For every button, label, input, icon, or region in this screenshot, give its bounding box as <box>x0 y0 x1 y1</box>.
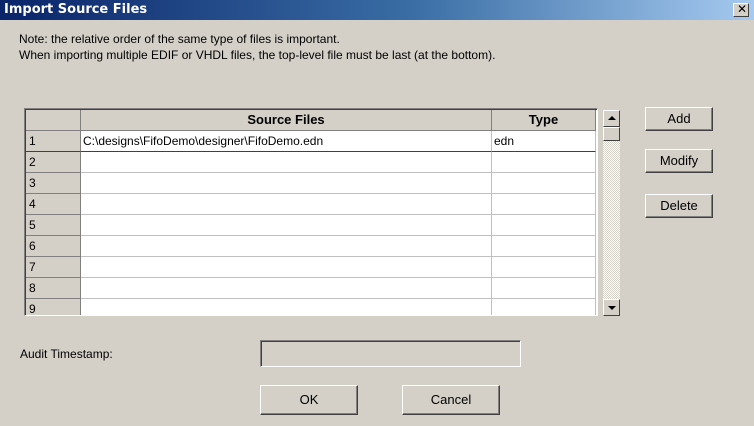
close-button[interactable]: ✕ <box>733 2 749 17</box>
type-cell[interactable] <box>492 215 596 236</box>
row-number[interactable]: 3 <box>26 173 81 194</box>
source-file-cell[interactable] <box>81 173 492 194</box>
type-cell[interactable] <box>492 152 596 173</box>
source-file-cell[interactable]: C:\designs\FifoDemo\designer\FifoDemo.ed… <box>81 131 492 152</box>
source-file-cell[interactable] <box>81 194 492 215</box>
delete-button[interactable]: Delete <box>645 194 713 218</box>
source-file-cell[interactable] <box>81 236 492 257</box>
source-file-cell[interactable] <box>81 278 492 299</box>
table-row[interactable]: 8 <box>26 278 596 299</box>
row-number[interactable]: 4 <box>26 194 81 215</box>
source-file-cell[interactable] <box>81 152 492 173</box>
table-vertical-scrollbar[interactable] <box>603 110 620 316</box>
table-row[interactable]: 3 <box>26 173 596 194</box>
audit-timestamp-label: Audit Timestamp: <box>20 347 113 361</box>
table-row[interactable]: 6 <box>26 236 596 257</box>
close-icon: ✕ <box>737 2 748 16</box>
source-file-cell[interactable] <box>81 257 492 278</box>
source-file-cell[interactable] <box>81 299 492 315</box>
table-row[interactable]: 1 C:\designs\FifoDemo\designer\FifoDemo.… <box>26 131 596 152</box>
title-bar[interactable]: Import Source Files ✕ <box>0 0 754 20</box>
note-text: Note: the relative order of the same typ… <box>19 31 495 63</box>
scroll-thumb[interactable] <box>603 127 620 141</box>
table-row[interactable]: 4 <box>26 194 596 215</box>
column-header-type[interactable]: Type <box>492 110 596 131</box>
type-cell[interactable] <box>492 236 596 257</box>
row-number[interactable]: 6 <box>26 236 81 257</box>
modify-button[interactable]: Modify <box>645 149 713 173</box>
cancel-button[interactable]: Cancel <box>402 385 500 415</box>
table-corner-header <box>26 110 81 131</box>
scroll-up-button[interactable] <box>603 110 620 127</box>
scroll-track[interactable] <box>603 127 620 299</box>
window-title: Import Source Files <box>4 2 148 17</box>
scroll-down-button[interactable] <box>603 299 620 316</box>
table-row[interactable]: 2 <box>26 152 596 173</box>
row-number[interactable]: 8 <box>26 278 81 299</box>
scroll-up-arrow-icon <box>608 116 616 120</box>
scroll-down-arrow-icon <box>608 306 616 310</box>
type-cell[interactable] <box>492 299 596 315</box>
row-number[interactable]: 9 <box>26 299 81 315</box>
type-cell[interactable] <box>492 257 596 278</box>
source-files-table: Source Files Type 1 C:\designs\FifoDemo\… <box>24 108 598 316</box>
table-row[interactable]: 7 <box>26 257 596 278</box>
type-cell[interactable] <box>492 278 596 299</box>
table-row[interactable]: 5 <box>26 215 596 236</box>
type-cell[interactable]: edn <box>492 131 596 152</box>
note-line-2: When importing multiple EDIF or VHDL fil… <box>19 48 496 62</box>
column-header-source-files[interactable]: Source Files <box>81 110 492 131</box>
row-number[interactable]: 2 <box>26 152 81 173</box>
audit-timestamp-field <box>260 340 521 367</box>
row-number[interactable]: 5 <box>26 215 81 236</box>
type-cell[interactable] <box>492 194 596 215</box>
row-number[interactable]: 1 <box>26 131 81 152</box>
source-file-cell[interactable] <box>81 215 492 236</box>
add-button[interactable]: Add <box>645 107 713 131</box>
note-line-1: Note: the relative order of the same typ… <box>19 32 340 46</box>
ok-button[interactable]: OK <box>260 385 358 415</box>
row-number[interactable]: 7 <box>26 257 81 278</box>
table-row[interactable]: 9 <box>26 299 596 315</box>
type-cell[interactable] <box>492 173 596 194</box>
